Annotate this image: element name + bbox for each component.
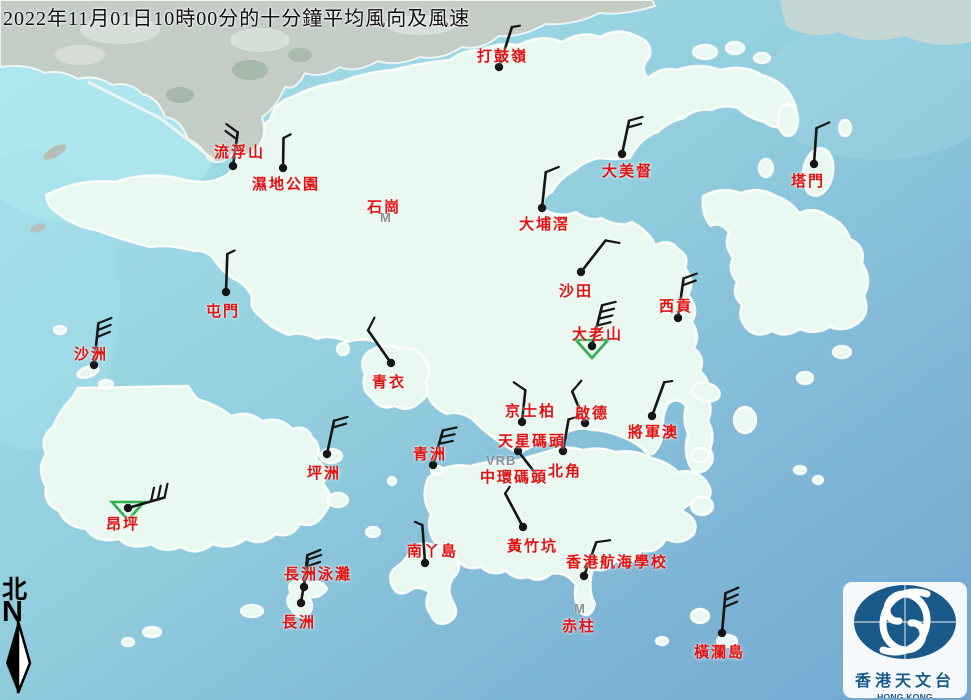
station-dot: [519, 523, 527, 531]
station-dot: [323, 450, 331, 458]
hong-kong-map: [0, 0, 971, 700]
north-arrow-icon: [2, 620, 36, 694]
wind-barb-feather: [664, 381, 672, 382]
wind-map: 打鼓嶺流浮山濕地公園石崗M大美督塔門大埔滘沙田屯門西貢沙洲大老山青衣京士柏啟德天…: [0, 0, 971, 700]
wind-barb-feather: [512, 26, 520, 27]
land-tsing-yi: [362, 346, 429, 409]
wind-barb-staff: [226, 254, 227, 292]
station-dot: [279, 164, 287, 172]
station-dot: [648, 412, 656, 420]
station-dot: [559, 447, 567, 455]
station-dot: [581, 419, 589, 427]
station-dot: [229, 162, 237, 170]
map-title: 2022年11月01日10時00分的十分鐘平均風向及風速: [3, 2, 470, 31]
compass-n-label: N: [2, 601, 42, 624]
station-dot: [429, 461, 437, 469]
hko-logo-english: HONG KONG OBSERVATORY: [843, 692, 967, 698]
station-dot: [90, 361, 98, 369]
station-dot: [538, 204, 546, 212]
station-dot: [618, 150, 626, 158]
wind-barb-staff: [283, 138, 284, 168]
station-dot: [588, 342, 596, 350]
station-dot: [810, 160, 818, 168]
station-dot: [421, 559, 429, 567]
station-dot: [674, 314, 682, 322]
station-dot: [297, 599, 305, 607]
hko-logo-chinese: 香港天文台: [843, 667, 967, 691]
station-dot: [577, 268, 585, 276]
station-dot: [124, 504, 132, 512]
station-dot: [518, 418, 526, 426]
station-dot: [495, 63, 503, 71]
compass-north: 北 N: [2, 578, 42, 694]
station-dot: [222, 288, 230, 296]
station-dot: [718, 629, 726, 637]
station-dot: [387, 359, 395, 367]
hko-logo-icon: [843, 582, 967, 662]
station-dot: [580, 572, 588, 580]
hko-logo: 香港天文台 HONG KONG OBSERVATORY: [843, 582, 967, 698]
station-dot: [514, 447, 522, 455]
